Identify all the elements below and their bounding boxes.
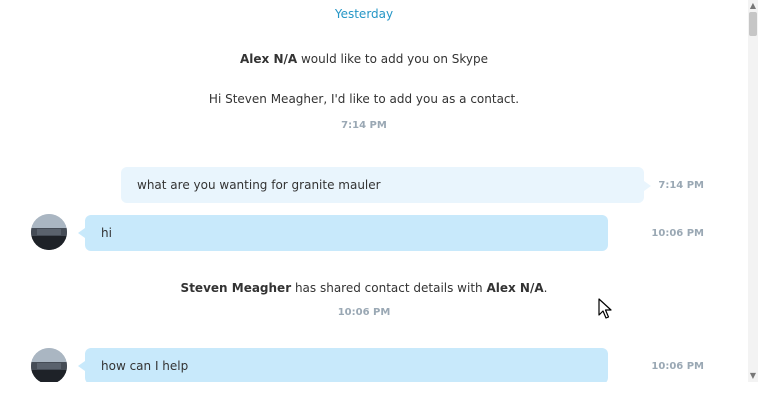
contact-request-title-text: would like to add you on Skype [297, 52, 489, 66]
outgoing-message-bubble[interactable]: what are you wanting for granite mauler [121, 167, 651, 203]
message-time: 7:14 PM [658, 180, 704, 191]
avatar-photo-icon [31, 214, 67, 250]
message-text: hi [101, 226, 112, 240]
incoming-message-bubble[interactable]: hi [78, 215, 608, 251]
share-notice-time: 10:06 PM [337, 307, 391, 318]
share-notice-text: has shared contact details with [291, 281, 487, 295]
contact-request-sender[interactable]: Alex N/A [240, 52, 297, 66]
avatar-photo-icon [31, 348, 67, 382]
share-notice-end: . [543, 281, 548, 295]
contact-request-time: 7:14 PM [341, 120, 387, 131]
message-time: 10:06 PM [651, 361, 704, 372]
share-notice-recipient[interactable]: Alex N/A [486, 281, 543, 295]
scrollbar-thumb[interactable] [749, 12, 757, 36]
mouse-pointer-icon [598, 298, 612, 323]
contact-request-message: Hi Steven Meagher, I'd like to add you a… [208, 92, 520, 106]
vertical-scrollbar[interactable]: ▲ ▼ [748, 0, 758, 382]
contact-request-title: Alex N/A would like to add you on Skype [0, 52, 728, 66]
avatar[interactable] [31, 214, 67, 250]
bottom-strip [0, 382, 758, 402]
message-time: 10:06 PM [651, 228, 704, 239]
scroll-down-arrow-icon[interactable]: ▼ [748, 370, 758, 382]
incoming-message-bubble[interactable]: how can I help [78, 348, 608, 382]
date-separator[interactable]: Yesterday [0, 7, 728, 21]
share-notice-sharer[interactable]: Steven Meagher [181, 281, 292, 295]
share-notice: Steven Meagher has shared contact detail… [0, 281, 728, 295]
avatar[interactable] [31, 348, 67, 382]
scroll-up-arrow-icon[interactable]: ▲ [748, 0, 758, 12]
chat-history: Yesterday Alex N/A would like to add you… [0, 0, 748, 382]
message-text: what are you wanting for granite mauler [137, 178, 381, 192]
message-text: how can I help [101, 359, 189, 373]
